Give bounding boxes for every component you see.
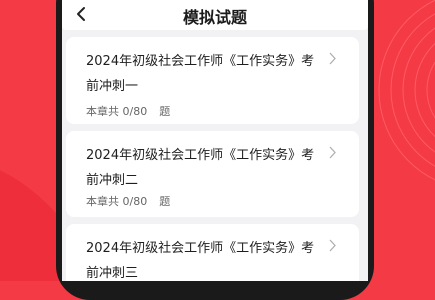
exam-card-2[interactable]: 2024年初级社会工作师《工作实务》考前冲刺二 本章共 0/80 题 xyxy=(66,131,359,217)
meta-prefix: 本章共 xyxy=(86,195,119,208)
progress-count: 0/80 xyxy=(122,105,148,118)
app-header: 模拟试题 xyxy=(62,0,368,30)
meta-suffix: 题 xyxy=(159,105,171,118)
exam-card-meta: 本章共 0/80 题 xyxy=(86,193,170,209)
progress-count: 0/80 xyxy=(122,195,148,208)
meta-suffix: 题 xyxy=(159,195,171,208)
phone-screen: 模拟试题 2024年初级社会工作师《工作实务》考前冲刺一 本章共 0/80 题 2… xyxy=(62,0,368,281)
chevron-right-icon xyxy=(329,146,336,159)
exam-card-meta: 本章共 0/80 题 xyxy=(86,103,170,119)
chevron-right-icon xyxy=(329,239,336,252)
meta-prefix: 本章共 xyxy=(86,105,119,118)
exam-card-title: 2024年初级社会工作师《工作实务》考前冲刺一 xyxy=(86,54,315,94)
exam-card-1[interactable]: 2024年初级社会工作师《工作实务》考前冲刺一 本章共 0/80 题 xyxy=(66,37,359,124)
exam-card-title: 2024年初级社会工作师《工作实务》考前冲刺二 xyxy=(86,148,315,188)
page-title: 模拟试题 xyxy=(182,8,247,27)
watermark-text: 康门 · KANGZM.COM xyxy=(130,252,276,267)
chevron-right-icon xyxy=(329,52,336,65)
